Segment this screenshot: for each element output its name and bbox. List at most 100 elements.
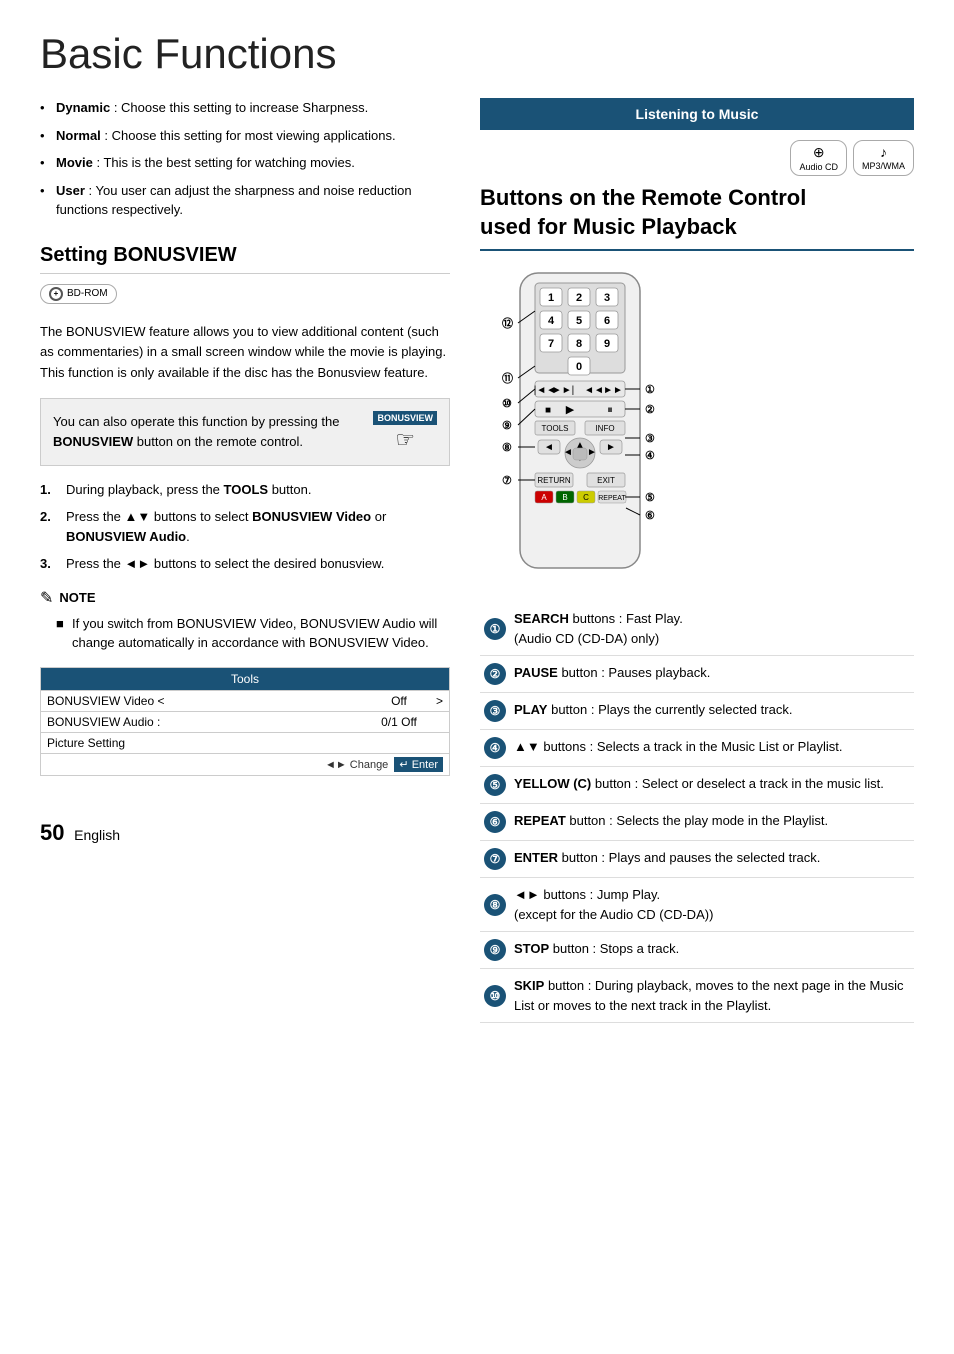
desc-row-1: ① SEARCH buttons : Fast Play.(Audio CD (…: [480, 602, 914, 656]
desc-text-9: STOP button : Stops a track.: [510, 932, 914, 969]
page-number: 50 English: [40, 820, 450, 846]
disc-badge-audio-cd: ⊕ Audio CD: [790, 140, 847, 176]
setting-bonusview-title: Setting BONUSVIEW: [40, 244, 450, 274]
svg-text:TOOLS: TOOLS: [542, 424, 569, 433]
svg-text:◄: ◄: [563, 447, 573, 458]
step-3-text: Press the ◄► buttons to select the desir…: [66, 554, 384, 574]
desc-num-7: ⑦: [480, 841, 510, 878]
disc-badges-row: ⊕ Audio CD ♪ MP3/WMA: [480, 140, 914, 176]
svg-text:①: ①: [645, 384, 655, 396]
svg-text:►►: ►►: [603, 385, 623, 396]
desc-num-10: ⑩: [480, 969, 510, 1023]
svg-text:INFO: INFO: [595, 424, 614, 433]
svg-text:②: ②: [645, 404, 655, 416]
bd-rom-circle-icon: +: [49, 287, 63, 301]
svg-text:③: ③: [645, 433, 655, 445]
svg-text:C: C: [583, 493, 589, 502]
mp3-wma-icon: ♪: [880, 144, 887, 160]
page-title: Basic Functions: [40, 30, 914, 78]
bd-rom-badge: + BD-ROM: [40, 284, 117, 304]
desc-text-10: SKIP button : During playback, moves to …: [510, 969, 914, 1023]
desc-num-1: ①: [480, 602, 510, 656]
bonusview-button-label: BONUSVIEW: [373, 411, 437, 425]
note-item-1: ■ If you switch from BONUSVIEW Video, BO…: [56, 614, 450, 653]
svg-text:⑦: ⑦: [502, 475, 512, 487]
desc-row-5: ⑤ YELLOW (C) button : Select or deselect…: [480, 767, 914, 804]
bonusview-audio-bold: BONUSVIEW Audio: [66, 529, 186, 544]
tools-menu-table: Tools BONUSVIEW Video < Off > BONUSVIEW …: [40, 667, 450, 776]
svg-text:⑩: ⑩: [502, 398, 512, 410]
svg-text:►: ►: [587, 447, 597, 458]
svg-text:B: B: [562, 493, 567, 502]
svg-text:⑨: ⑨: [502, 420, 512, 432]
svg-text:RETURN: RETURN: [537, 476, 571, 485]
svg-text:⑧: ⑧: [502, 442, 512, 454]
desc-row-4: ④ ▲▼ buttons : Selects a track in the Mu…: [480, 730, 914, 767]
svg-text:8: 8: [576, 338, 582, 350]
svg-text:◄: ◄: [544, 442, 554, 453]
svg-text:3: 3: [604, 292, 610, 304]
tools-row-2: BONUSVIEW Audio : 0/1 Off: [41, 711, 449, 732]
desc-text-8: ◄► buttons : Jump Play.(except for the A…: [510, 878, 914, 932]
desc-text-5: YELLOW (C) button : Select or deselect a…: [510, 767, 914, 804]
tools-row-1-label: BONUSVIEW Video <: [47, 694, 369, 708]
desc-row-2: ② PAUSE button : Pauses playback.: [480, 656, 914, 693]
desc-num-5: ⑤: [480, 767, 510, 804]
step-3: 3. Press the ◄► buttons to select the de…: [40, 554, 450, 574]
svg-text:►: ►: [606, 442, 616, 453]
note-header: ✎ NOTE: [40, 588, 450, 608]
bonusview-callout-box: You can also operate this function by pr…: [40, 398, 450, 466]
bullet-list: Dynamic : Choose this setting to increas…: [40, 98, 450, 220]
bonusview-button-thumb: BONUSVIEW ☞: [373, 411, 437, 453]
svg-text:A: A: [541, 493, 547, 502]
note-bullet-1: ■: [56, 614, 66, 653]
bullet-movie: Movie : This is the best setting for wat…: [40, 153, 450, 173]
svg-text:⑫: ⑫: [502, 316, 513, 330]
svg-text:▶: ▶: [566, 404, 575, 416]
steps-list: 1. During playback, press the TOOLS butt…: [40, 480, 450, 574]
svg-text:►►|: ►►|: [552, 385, 574, 396]
audio-cd-label: Audio CD: [799, 162, 838, 172]
note-icon: ✎: [40, 588, 53, 608]
note-title: NOTE: [59, 590, 95, 605]
disc-badge-mp3-wma: ♪ MP3/WMA: [853, 140, 914, 176]
step-3-num: 3.: [40, 554, 58, 574]
svg-text:EXIT: EXIT: [597, 476, 615, 485]
button-descriptions-table: ① SEARCH buttons : Fast Play.(Audio CD (…: [480, 602, 914, 1023]
step-1-text: During playback, press the TOOLS button.: [66, 480, 311, 500]
desc-row-7: ⑦ ENTER button : Plays and pauses the se…: [480, 841, 914, 878]
svg-text:1: 1: [548, 292, 554, 304]
desc-num-9: ⑨: [480, 932, 510, 969]
desc-text-4: ▲▼ buttons : Selects a track in the Musi…: [510, 730, 914, 767]
tools-row-3-label: Picture Setting: [47, 736, 369, 750]
desc-row-8: ⑧ ◄► buttons : Jump Play.(except for the…: [480, 878, 914, 932]
desc-text-7: ENTER button : Plays and pauses the sele…: [510, 841, 914, 878]
bd-rom-label: BD-ROM: [67, 288, 108, 299]
tools-row-3: Picture Setting: [41, 732, 449, 753]
desc-row-6: ⑥ REPEAT button : Selects the play mode …: [480, 804, 914, 841]
svg-text:9: 9: [604, 338, 610, 350]
tools-row-1-arrow: >: [429, 694, 443, 708]
bullet-term-normal: Normal: [56, 128, 101, 143]
right-column: Listening to Music ⊕ Audio CD ♪ MP3/WMA …: [480, 98, 914, 1023]
step-1-num: 1.: [40, 480, 58, 500]
svg-text:④: ④: [645, 450, 655, 462]
mp3-wma-label: MP3/WMA: [862, 161, 905, 171]
desc-num-8: ⑧: [480, 878, 510, 932]
note-text-1: If you switch from BONUSVIEW Video, BONU…: [72, 614, 450, 653]
svg-text:⑥: ⑥: [645, 510, 655, 522]
bullet-normal: Normal : Choose this setting for most vi…: [40, 126, 450, 146]
tools-bold: TOOLS: [224, 482, 269, 497]
desc-row-9: ⑨ STOP button : Stops a track.: [480, 932, 914, 969]
svg-text:⑤: ⑤: [645, 492, 655, 504]
svg-text:⑪: ⑪: [502, 371, 513, 385]
svg-text:0: 0: [576, 361, 582, 373]
desc-num-2: ②: [480, 656, 510, 693]
bullet-term-dynamic: Dynamic: [56, 100, 110, 115]
svg-text:2: 2: [576, 292, 582, 304]
bonusview-callout-text: You can also operate this function by pr…: [53, 412, 361, 451]
svg-text:REPEAT: REPEAT: [598, 495, 626, 502]
desc-num-6: ⑥: [480, 804, 510, 841]
bullet-user: User : You user can adjust the sharpness…: [40, 181, 450, 220]
bullet-term-user: User: [56, 183, 85, 198]
